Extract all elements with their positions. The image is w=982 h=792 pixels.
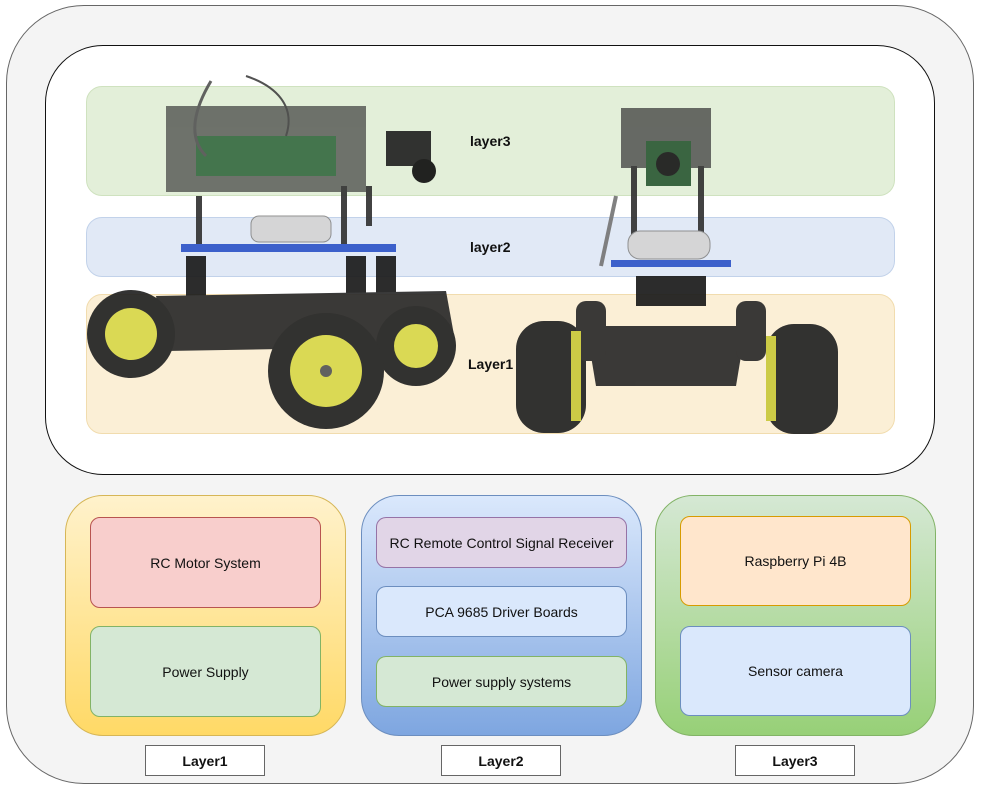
layer1-component-group: RC Motor System Power Supply [65,495,346,736]
rc-receiver-box: RC Remote Control Signal Receiver [376,517,627,568]
rover-side-view-image [87,75,838,434]
layer2-component-group: RC Remote Control Signal Receiver PCA 96… [361,495,642,736]
rover-photo-panel: layer3 layer2 Layer1 [45,45,935,475]
raspberry-pi-box: Raspberry Pi 4B [680,516,911,606]
layer3-tag: Layer3 [735,745,855,776]
layer2-label: layer2 [470,239,511,255]
sensor-camera-box: Sensor camera [680,626,911,716]
layer3-component-group: Raspberry Pi 4B Sensor camera [655,495,936,736]
power-supply-systems-box: Power supply systems [376,656,627,707]
layer2-tag: Layer2 [441,745,561,776]
pca9685-driver-box: PCA 9685 Driver Boards [376,586,627,637]
layer1-tag: Layer1 [145,745,265,776]
power-supply-box: Power Supply [90,626,321,717]
rc-motor-system-box: RC Motor System [90,517,321,608]
layer3-label: layer3 [470,133,511,149]
layer1-label: Layer1 [468,356,514,372]
